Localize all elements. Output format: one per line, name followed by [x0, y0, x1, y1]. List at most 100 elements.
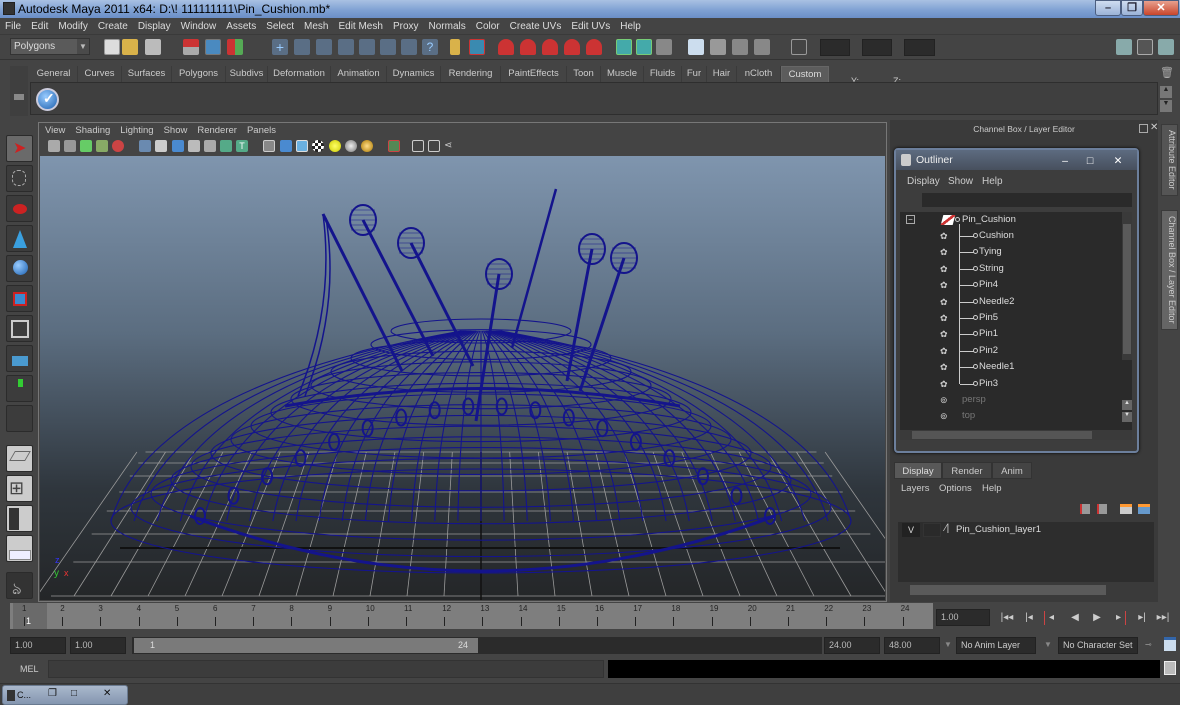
menu-edit[interactable]: Edit: [26, 18, 53, 35]
wireframe-on-shaded-icon[interactable]: [296, 140, 308, 152]
step-forward-frame-button[interactable]: ▸|: [1135, 611, 1149, 625]
scroll-down-button[interactable]: ▼: [1122, 412, 1132, 422]
menu-normals[interactable]: Normals: [424, 18, 471, 35]
menu-set-dropdown[interactable]: Polygons ▼: [10, 38, 90, 55]
restore-button[interactable]: ❐: [1121, 0, 1143, 16]
single-perspective-layout-button[interactable]: [6, 445, 33, 472]
perspective-viewport[interactable]: z y x: [40, 156, 885, 600]
menu-create[interactable]: Create: [93, 18, 133, 35]
anim-layer-dropdown-icon[interactable]: ▼: [944, 640, 952, 649]
scrollbar-thumb[interactable]: [1123, 224, 1131, 354]
go-to-end-button[interactable]: ▸▸|: [1156, 611, 1170, 625]
layer-menu-layers[interactable]: Layers: [901, 483, 930, 494]
outliner-item[interactable]: ✿ Tying: [900, 244, 1120, 260]
all-lights-icon[interactable]: [345, 140, 357, 152]
shelf-scroll-down[interactable]: ▼: [1160, 100, 1172, 112]
film-gate-icon[interactable]: [155, 140, 167, 152]
outliner-close-button[interactable]: ✕: [1101, 151, 1135, 167]
lasso-tool[interactable]: [6, 165, 33, 192]
snap-point-icon[interactable]: [542, 39, 558, 55]
shelf-tab-hair[interactable]: Hair: [707, 66, 737, 82]
menu-proxy[interactable]: Proxy: [388, 18, 424, 35]
attribute-editor-tab[interactable]: Attribute Editor: [1161, 124, 1178, 196]
restore-window-icon[interactable]: ❐: [48, 688, 57, 699]
four-view-layout-button[interactable]: ⊞: [6, 475, 33, 502]
make-live-icon[interactable]: [586, 39, 602, 55]
step-forward-key-button[interactable]: ▸: [1112, 611, 1126, 625]
trash-icon[interactable]: 🗑: [1160, 66, 1174, 80]
layer-menu-help[interactable]: Help: [982, 483, 1002, 494]
snap-grid-icon[interactable]: [498, 39, 514, 55]
outliner-item[interactable]: ✿ Pin1: [900, 326, 1120, 342]
selection-input-icon[interactable]: [791, 39, 807, 55]
outliner-item[interactable]: ✿ Needle2: [900, 294, 1120, 310]
outliner-minimize-button[interactable]: –: [1051, 151, 1079, 167]
outliner-menu-help[interactable]: Help: [982, 176, 1003, 187]
animation-preferences-icon[interactable]: [1164, 637, 1176, 651]
shelf-tab-dynamics[interactable]: Dynamics: [387, 66, 441, 82]
shelf-scroll-up[interactable]: ▲: [1160, 86, 1172, 98]
close-button[interactable]: ✕: [1143, 0, 1179, 16]
current-time-field[interactable]: 1.00: [936, 609, 990, 626]
share-icon[interactable]: ⋖: [444, 140, 456, 152]
layer-color-swatch-icon[interactable]: ⁄|: [945, 523, 949, 534]
layer-horizontal-scrollbar[interactable]: [898, 584, 1154, 596]
save-scene-icon[interactable]: [145, 39, 161, 55]
y-input[interactable]: [862, 39, 892, 56]
go-to-start-button[interactable]: |◂◂: [1000, 611, 1014, 625]
outliner-filter-input[interactable]: [922, 193, 1132, 207]
scrollbar-thumb[interactable]: [910, 585, 1106, 595]
layer-tab-render[interactable]: Render: [942, 462, 992, 479]
shelf-tab-fluids[interactable]: Fluids: [644, 66, 682, 82]
shelf-tab-custom[interactable]: Custom: [781, 66, 829, 82]
minimized-window-tab[interactable]: C... ❐ □ ✕: [2, 685, 128, 705]
image-plane-icon[interactable]: [96, 140, 108, 152]
maya-logo-button[interactable]: ঌ: [6, 572, 33, 599]
time-slider[interactable]: 1 1 2 3 4 5 6 7 8 9 10 11 12 13 14 15 16 17 18 19 20 21 22 23 2…: [10, 603, 933, 629]
persp-graph-layout-button[interactable]: [6, 535, 33, 562]
lock-selection-icon[interactable]: [450, 39, 460, 55]
2d-pan-zoom-icon[interactable]: [112, 140, 124, 152]
outliner-item[interactable]: ✿ Pin4: [900, 277, 1120, 293]
shelf-tab-animation[interactable]: Animation: [331, 66, 387, 82]
minimize-button[interactable]: –: [1095, 0, 1121, 16]
snap-view-plane-icon[interactable]: [564, 39, 580, 55]
layer-visibility-toggle[interactable]: V: [902, 523, 920, 537]
select-point-icon[interactable]: +: [272, 39, 288, 55]
range-slider-bar[interactable]: 1 24: [134, 638, 478, 653]
move-selected-down-icon[interactable]: [1138, 504, 1150, 514]
new-layer-from-selected-icon[interactable]: [1097, 504, 1107, 514]
select-rendering-icon[interactable]: [401, 39, 417, 55]
menu-edit-uvs[interactable]: Edit UVs: [566, 18, 615, 35]
ipr-render-icon[interactable]: [732, 39, 748, 55]
viewport-menu-shading[interactable]: Shading: [70, 124, 115, 138]
input-ops-icon[interactable]: [616, 39, 632, 55]
outliner-item-camera[interactable]: ⊚ top: [900, 408, 1120, 424]
snap-curve-icon[interactable]: [520, 39, 536, 55]
shelf-tab-rendering[interactable]: Rendering: [441, 66, 501, 82]
select-curve-icon[interactable]: [316, 39, 332, 55]
layer-display-type-toggle[interactable]: [923, 523, 941, 537]
shelf-tab-muscle[interactable]: Muscle: [601, 66, 644, 82]
shelf-tab-subdivs[interactable]: Subdivs: [226, 66, 268, 82]
step-back-frame-button[interactable]: |◂: [1022, 611, 1036, 625]
select-by-object-icon[interactable]: [205, 39, 221, 55]
playback-end-field[interactable]: 24.00: [824, 637, 880, 654]
outliner-item[interactable]: ✿ Cushion: [900, 228, 1120, 244]
command-language-label[interactable]: MEL: [20, 664, 39, 674]
last-tool[interactable]: [6, 375, 33, 402]
outliner-item[interactable]: ✿ Needle1: [900, 359, 1120, 375]
x-input[interactable]: [820, 39, 850, 56]
xray-joints-icon[interactable]: [428, 140, 440, 152]
shelf-menu-handle[interactable]: [10, 66, 28, 116]
float-panel-icon[interactable]: [1139, 124, 1148, 133]
range-slider[interactable]: 1 24: [132, 637, 822, 654]
bookmarks-icon[interactable]: [80, 140, 92, 152]
outliner-item[interactable]: ✿ Pin5: [900, 310, 1120, 326]
default-lighting-icon[interactable]: [329, 140, 341, 152]
select-dynamics-icon[interactable]: [380, 39, 396, 55]
scroll-up-button[interactable]: ▲: [1122, 400, 1132, 410]
select-surface-icon[interactable]: [338, 39, 354, 55]
shelf-tab-general[interactable]: General: [30, 66, 78, 82]
current-frame-indicator[interactable]: 1: [13, 603, 47, 629]
